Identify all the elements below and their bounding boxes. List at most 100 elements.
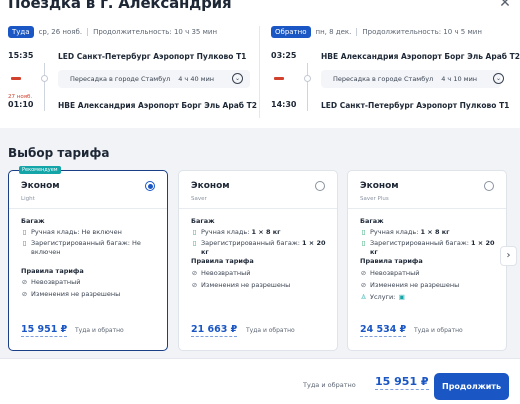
inbound-meta: Обратно пн, 8 дек. Продолжительность: 10… [271, 26, 482, 38]
forbidden-icon: ⊘ [360, 281, 367, 289]
chevron-down-icon[interactable]: ⌄ [232, 73, 243, 84]
inbound-segment: Обратно пн, 8 дек. Продолжительность: 10… [271, 26, 520, 122]
tariff-card-saver-plus[interactable]: Эконом Saver Plus Багаж ▯ Ручная кладь: … [347, 170, 507, 351]
tariff-subname: Light [21, 196, 35, 202]
chevron-right-icon[interactable]: › [500, 246, 517, 266]
outbound-transfer-city: Пересадка в городе Стамбул [70, 75, 171, 83]
tariff-card-light[interactable]: Рекомендуем Эконом Light Багаж ▯ Ручная … [8, 166, 168, 351]
recommended-badge: Рекомендуем [19, 166, 61, 174]
route-line [44, 63, 45, 111]
inbound-date: пн, 8 дек. [315, 28, 352, 36]
price-note: Туда и обратно [414, 327, 463, 334]
tariff-card-header: Рекомендуем Эконом Light [9, 166, 167, 209]
services-label: Услуги: [370, 293, 396, 301]
inbound-transfer[interactable]: Пересадка в городе Стамбул 4 ч 10 мин [321, 70, 501, 88]
meta-divider [87, 28, 89, 36]
rules-heading: Правила тарифа [21, 267, 84, 275]
services-icon: ♙ [360, 293, 367, 301]
price-note: Туда и обратно [246, 327, 295, 334]
changes-row: ⊘ Изменения не разрешены [191, 281, 327, 290]
refund-text: Невозвратный [31, 278, 81, 286]
inbound-transfer-time: 4 ч 10 мин [441, 75, 478, 83]
changes-text: Изменения не разрешены [201, 281, 291, 289]
changes-text: Изменения не разрешены [31, 290, 121, 298]
outbound-badge: Туда [8, 26, 34, 38]
total-label: Туда и обратно [303, 381, 356, 389]
inbound-transfer-city: Пересадка в городе Стамбул [333, 75, 434, 83]
route-line [307, 63, 308, 111]
hand-luggage-text: Ручная кладь: Не включен [31, 228, 122, 236]
hand-luggage-icon: ▯ [22, 228, 27, 236]
forbidden-icon: ⊘ [21, 278, 28, 286]
hand-luggage-label: Ручная кладь: [201, 228, 250, 236]
tariff-name: Эконом [21, 181, 60, 191]
forbidden-icon: ⊘ [360, 269, 367, 277]
tariff-radio-selected[interactable] [145, 181, 155, 191]
checked-baggage-row: ▯ Зарегистрированный багаж: 1 × 20 кг [191, 239, 327, 257]
close-icon[interactable]: ✕ [498, 0, 512, 10]
transfer-dot [41, 75, 48, 82]
hand-luggage-icon: ▯ [192, 228, 197, 236]
tariff-price[interactable]: 21 663 ₽ [191, 324, 238, 337]
services-row: ♙ Услуги: ▣ [360, 293, 496, 302]
transfer-dot [304, 75, 311, 82]
seat-icon[interactable]: ▣ [398, 293, 405, 302]
outbound-departure-time: 15:35 [8, 51, 34, 60]
forbidden-icon: ⊘ [191, 281, 198, 289]
suitcase-icon: ▯ [22, 239, 27, 247]
rules-heading: Правила тарифа [191, 257, 254, 265]
tariff-name: Эконом [360, 181, 399, 191]
forbidden-icon: ⊘ [21, 290, 28, 298]
changes-text: Изменения не разрешены [370, 281, 460, 289]
baggage-heading: Багаж [360, 217, 384, 225]
outbound-transfer-time: 4 ч 40 мин [178, 75, 215, 83]
chevron-down-icon[interactable]: ⌄ [493, 73, 504, 84]
modal-title: Поездка в г. Александрия [8, 0, 232, 12]
tariff-price[interactable]: 15 951 ₽ [21, 324, 68, 337]
hand-luggage-label: Ручная кладь: [370, 228, 419, 236]
outbound-transfer[interactable]: Пересадка в городе Стамбул 4 ч 40 мин [58, 70, 250, 88]
checked-baggage-row: ▯ Зарегистрированный багаж: 1 × 20 кг [360, 239, 496, 257]
airline-logo-icon [274, 77, 284, 80]
forbidden-icon: ⊘ [191, 269, 198, 277]
itinerary-header: Поездка в г. Александрия ✕ Туда ср, 26 н… [0, 0, 520, 128]
rules-heading: Правила тарифа [360, 257, 423, 265]
tariff-card-saver[interactable]: Эконом Saver Багаж ▯ Ручная кладь: 1 × 8… [178, 170, 338, 351]
footer-bar: Туда и обратно 15 951 ₽ Продолжить [0, 358, 520, 404]
suitcase-icon: ▯ [361, 239, 366, 247]
price-note: Туда и обратно [75, 327, 124, 334]
refund-row: ⊘ Невозвратный [21, 278, 157, 287]
outbound-meta: Туда ср, 26 нояб. Продолжительность: 10 … [8, 26, 217, 38]
checked-baggage-label: Зарегистрированный багаж: [201, 239, 300, 247]
baggage-heading: Багаж [21, 217, 45, 225]
tariff-name: Эконом [191, 181, 230, 191]
baggage-heading: Багаж [191, 217, 215, 225]
segment-divider [259, 26, 260, 118]
tariff-price[interactable]: 24 534 ₽ [360, 324, 407, 337]
hand-luggage-row: ▯ Ручная кладь: 1 × 8 кг [191, 228, 327, 237]
refund-row: ⊘ Невозвратный [191, 269, 327, 278]
inbound-badge: Обратно [271, 26, 311, 38]
flight-details-modal: Поездка в г. Александрия ✕ Туда ср, 26 н… [0, 0, 520, 404]
hand-luggage-icon: ▯ [361, 228, 366, 236]
tariff-radio[interactable] [484, 181, 494, 191]
checked-baggage-text: Зарегистрированный багаж: Не включен [31, 239, 141, 256]
checked-baggage-row: ▯ Зарегистрированный багаж: Не включен [21, 239, 157, 257]
refund-row: ⊘ Невозвратный [360, 269, 496, 278]
inbound-arrival-airport: LED Санкт-Петербург Аэропорт Пулково Т1 [321, 101, 510, 110]
airline-logo-icon [11, 77, 21, 80]
tariff-subname: Saver Plus [360, 196, 389, 202]
tariff-section-title: Выбор тарифа [8, 146, 110, 160]
outbound-arrival-airport: HBE Александрия Аэропорт Борг Эль Араб Т… [58, 101, 257, 110]
tariff-radio[interactable] [315, 181, 325, 191]
outbound-segment: Туда ср, 26 нояб. Продолжительность: 10 … [8, 26, 257, 122]
tariff-card-header: Эконом Saver [179, 171, 337, 209]
continue-button[interactable]: Продолжить [434, 373, 509, 400]
refund-text: Невозвратный [201, 269, 251, 277]
changes-row: ⊘ Изменения не разрешены [21, 290, 157, 299]
inbound-departure-airport: HBE Александрия Аэропорт Борг Эль Араб Т… [321, 52, 520, 61]
inbound-departure-time: 03:25 [271, 51, 297, 60]
tariff-card-header: Эконом Saver Plus [348, 171, 506, 209]
outbound-duration: Продолжительность: 10 ч 35 мин [93, 28, 218, 36]
total-price[interactable]: 15 951 ₽ [375, 375, 429, 390]
